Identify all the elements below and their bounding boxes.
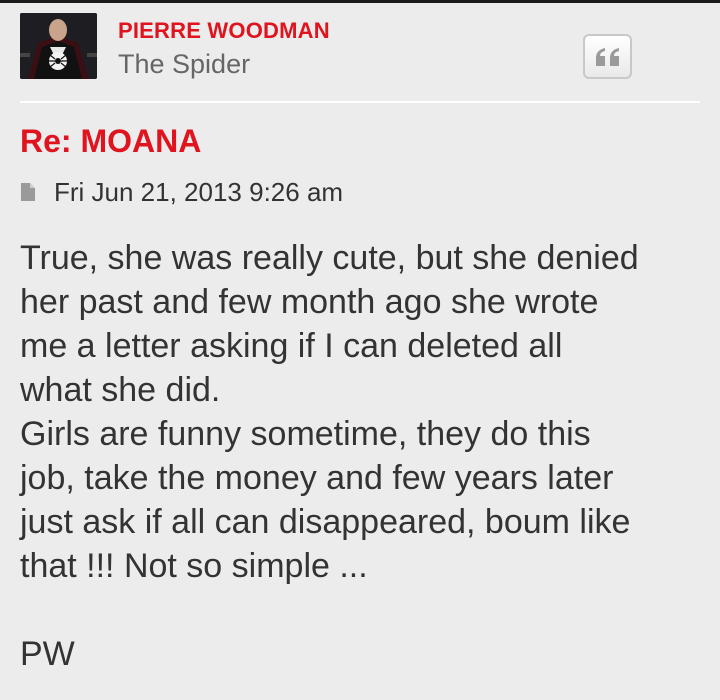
spider-emblem-avatar (20, 13, 97, 79)
forum-post: PIERRE WOODMAN The Spider Re: MOANA Fri … (0, 3, 720, 700)
post-content: True, she was really cute, but she denie… (20, 236, 710, 588)
post-meta: Fri Jun 21, 2013 9:26 am (20, 175, 343, 209)
post-icon[interactable] (20, 180, 42, 204)
header-divider (20, 101, 700, 103)
post-line: that !!! Not so simple ... (20, 547, 368, 585)
post-line: just ask if all can disappeared, boum li… (20, 503, 631, 541)
post-line: job, take the money and few years later (20, 459, 614, 497)
quote-button[interactable] (583, 34, 632, 79)
post-line: me a letter asking if I can deleted all (20, 327, 563, 365)
avatar[interactable] (20, 13, 97, 79)
post-line: True, she was really cute, but she denie… (20, 239, 639, 277)
post-title[interactable]: Re: MOANA (20, 121, 201, 161)
quote-icon (595, 47, 619, 66)
author-rank: The Spider (118, 49, 251, 79)
post-line: Girls are funny sometime, they do this (20, 415, 591, 453)
post-line: her past and few month ago she wrote (20, 283, 599, 321)
author-name[interactable]: PIERRE WOODMAN (118, 18, 330, 44)
post-signature: PW (20, 635, 75, 673)
post-date: Fri Jun 21, 2013 9:26 am (54, 177, 344, 207)
post-line: what she did. (20, 371, 221, 409)
